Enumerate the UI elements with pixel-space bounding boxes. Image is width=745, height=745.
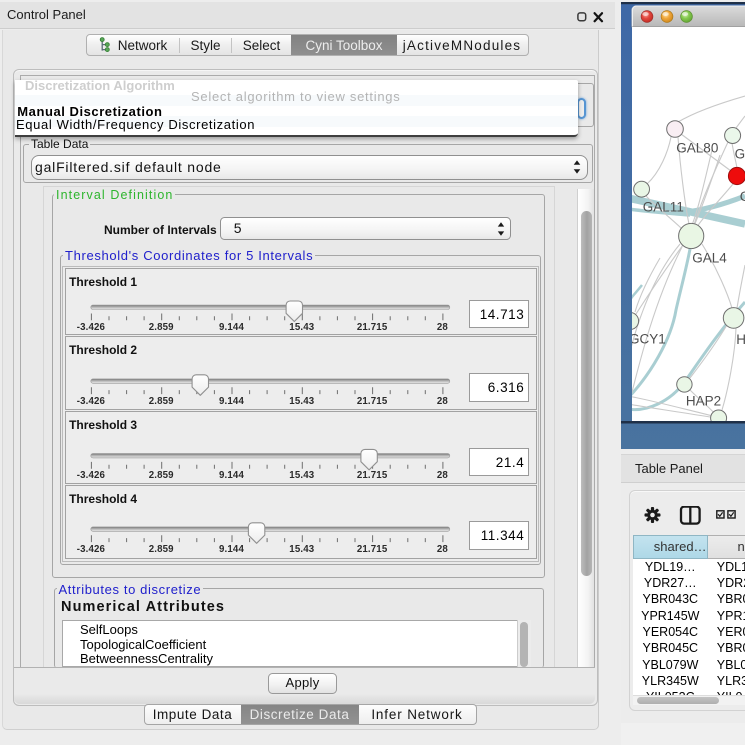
svg-text:GAL11: GAL11 bbox=[643, 200, 684, 215]
svg-text:HIS4: HIS4 bbox=[736, 332, 745, 347]
svg-text:GAL7: GAL7 bbox=[735, 147, 745, 162]
svg-text:GAL4: GAL4 bbox=[692, 251, 727, 266]
svg-text:GCY1: GCY1 bbox=[629, 332, 666, 347]
svg-text:CAD1: CAD1 bbox=[740, 189, 745, 204]
svg-text:HAP2: HAP2 bbox=[686, 394, 721, 409]
svg-text:GAL80: GAL80 bbox=[676, 141, 718, 156]
